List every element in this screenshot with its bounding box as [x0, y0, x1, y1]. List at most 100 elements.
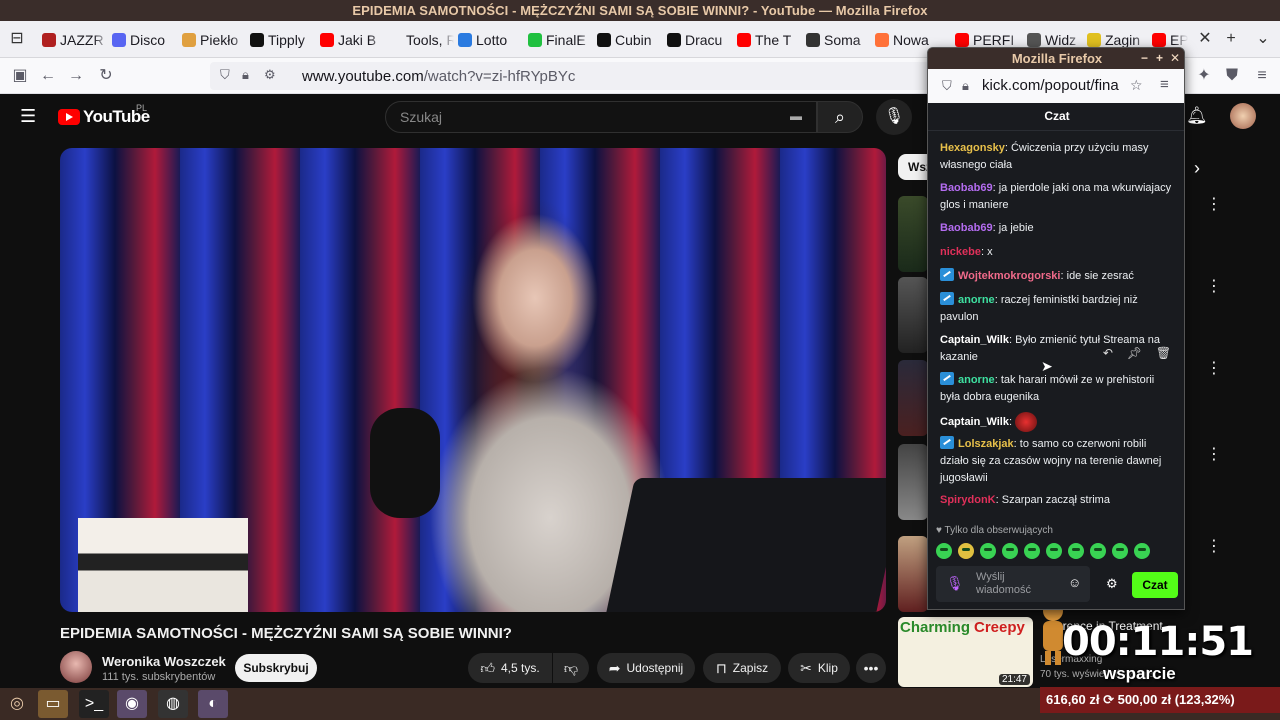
save-button[interactable]: ⊓ Zapisz: [703, 653, 781, 683]
start-menu-icon[interactable]: ◎: [2, 690, 32, 718]
tab-7[interactable]: FinalE: [528, 26, 593, 54]
close-tab-icon[interactable]: ✕: [1192, 27, 1218, 51]
tab-4[interactable]: Jaki B: [320, 26, 384, 54]
chat-username[interactable]: SpirydonK: [940, 494, 996, 506]
tab-6[interactable]: Lotto: [458, 26, 524, 54]
search-button[interactable]: ⌕: [817, 101, 863, 133]
recommendation-menu-icon[interactable]: ⋮: [1206, 276, 1222, 296]
firefox-icon[interactable]: ◉: [117, 690, 147, 718]
popup-address-bar[interactable]: ⛉ 🔒︎ kick.com/popout/fina ☆ ≡: [928, 69, 1184, 103]
reply-icon[interactable]: ↶: [1103, 346, 1113, 366]
tab-2[interactable]: Piekło: [182, 26, 246, 54]
back-icon[interactable]: ←: [36, 64, 60, 88]
chat-message[interactable]: Lolszakjak: to samo co czerwoni robili d…: [940, 436, 1176, 487]
forward-icon[interactable]: →: [64, 64, 88, 88]
emoji-picker-icon[interactable]: ☺: [1068, 575, 1081, 590]
chat-message[interactable]: SpirydonK: Szarpan zaczął strima: [940, 492, 1176, 509]
terminal-icon[interactable]: >_: [79, 690, 109, 718]
minimize-icon[interactable]: −: [1141, 48, 1148, 69]
lock-icon[interactable]: 🔒︎: [962, 78, 969, 94]
permissions-icon[interactable]: ⚙: [264, 67, 276, 83]
like-button[interactable]: 👍︎ 4,5 tys.: [468, 653, 552, 683]
chat-username[interactable]: Baobab69: [940, 222, 993, 234]
lock-icon[interactable]: 🔒︎: [242, 67, 249, 83]
chat-username[interactable]: nickebe: [940, 246, 981, 258]
emote-icon[interactable]: [1002, 543, 1018, 559]
youtube-logo[interactable]: YouTube PL: [58, 103, 150, 127]
channel-name[interactable]: Weronika Woszczek: [102, 654, 226, 669]
clip-button[interactable]: ✂ Klip: [788, 653, 850, 683]
more-actions-button[interactable]: •••: [856, 653, 886, 683]
chat-message[interactable]: Baobab69: ja jebie: [940, 220, 1176, 237]
chat-username[interactable]: Captain_Wilk: [940, 334, 1009, 346]
voice-search-button[interactable]: 🎙︎: [876, 99, 912, 135]
tab-10[interactable]: The T: [737, 26, 802, 54]
bookmark-star-icon[interactable]: ☆: [1130, 77, 1143, 94]
chat-message-input[interactable]: 🎙︎ Wyślij wiadomość ☺: [936, 566, 1090, 602]
chat-message[interactable]: anorne: tak harari mówił ze w prehistori…: [940, 372, 1176, 406]
eye-app-icon[interactable]: ◐: [198, 690, 228, 718]
address-bar[interactable]: ⛉ 🔒︎ ⚙ www.youtube.com/watch?v=zi-hfRYpB…: [210, 62, 930, 90]
tab-1[interactable]: Disco: [112, 26, 178, 54]
tab-3[interactable]: Tipply: [250, 26, 316, 54]
delete-icon[interactable]: 🗑︎: [1156, 346, 1171, 366]
recommendation-menu-icon[interactable]: ⋮: [1206, 194, 1222, 214]
shield-icon[interactable]: ⛉: [942, 78, 952, 94]
extensions-icon[interactable]: ✦: [1192, 64, 1216, 88]
chat-username[interactable]: Wojtekmokrogorski: [958, 270, 1061, 282]
tab-0[interactable]: JAZZR: [42, 26, 108, 54]
recommendation-thumbnail-bottom[interactable]: Charming Creepy 21:47: [898, 617, 1033, 687]
chat-settings-icon[interactable]: ⚙: [1106, 576, 1118, 592]
recommendation-thumbnail[interactable]: [898, 360, 928, 436]
tab-11[interactable]: Soma: [806, 26, 871, 54]
recommendation-menu-icon[interactable]: ⋮: [1206, 358, 1222, 378]
recommendation-thumbnail[interactable]: [898, 444, 928, 520]
chat-message[interactable]: Baobab69: ja pierdole jaki ona ma wkurwi…: [940, 180, 1176, 214]
emote-icon[interactable]: [1090, 543, 1106, 559]
tab-5[interactable]: Tools, R: [388, 26, 454, 54]
emote-icon[interactable]: [1046, 543, 1062, 559]
send-chat-button[interactable]: Czat: [1132, 572, 1178, 598]
chat-message[interactable]: Captain_Wilk:: [940, 412, 1176, 432]
popup-menu-icon[interactable]: ≡: [1160, 76, 1169, 93]
chat-username[interactable]: anorne: [958, 374, 995, 386]
recommendation-menu-icon[interactable]: ⋮: [1206, 444, 1222, 464]
maximize-icon[interactable]: +: [1156, 48, 1163, 69]
video-player[interactable]: [60, 148, 886, 612]
files-icon[interactable]: ▭: [38, 690, 68, 718]
menu-icon[interactable]: ≡: [1250, 64, 1274, 88]
share-button[interactable]: ➦ Udostępnij: [597, 653, 695, 683]
url-text[interactable]: www.youtube.com/watch?v=zi-hfRYpBYc: [302, 68, 575, 85]
emote-icon[interactable]: [1068, 543, 1084, 559]
emote-icon[interactable]: [936, 543, 952, 559]
emote-icon[interactable]: [1112, 543, 1128, 559]
recommendation-menu-icon[interactable]: ⋮: [1206, 536, 1222, 556]
shield-icon[interactable]: ⛉: [220, 67, 230, 83]
microphone-icon[interactable]: 🎙︎: [946, 575, 964, 592]
tab-list-icon[interactable]: ⊟: [4, 27, 30, 51]
chat-message[interactable]: Wojtekmokrogorski: ide sie zesrać: [940, 268, 1176, 285]
chat-username[interactable]: Baobab69: [940, 182, 993, 194]
recommendation-thumbnail[interactable]: [898, 277, 928, 353]
ublock-icon[interactable]: ⛊: [1220, 64, 1244, 88]
notifications-bell-icon[interactable]: 🔔︎: [1186, 106, 1208, 126]
chat-message[interactable]: anorne: raczej feministki bardziej niż p…: [940, 292, 1176, 326]
emote-icon[interactable]: [958, 543, 974, 559]
obs-icon[interactable]: ◍: [158, 690, 188, 718]
recommendation-thumbnail[interactable]: [898, 196, 928, 272]
close-icon[interactable]: ✕: [1170, 48, 1180, 69]
subscribe-button[interactable]: Subskrybuj: [235, 654, 317, 682]
popup-url-text[interactable]: kick.com/popout/fina: [982, 77, 1132, 94]
keyboard-icon[interactable]: ▬: [790, 109, 802, 123]
chat-username[interactable]: anorne: [958, 294, 995, 306]
tab-8[interactable]: Cubin: [597, 26, 663, 54]
new-tab-icon[interactable]: +: [1218, 27, 1244, 51]
account-avatar[interactable]: [1230, 103, 1256, 129]
search-input[interactable]: Szukaj ▬: [385, 101, 817, 133]
chat-message[interactable]: Hexagonsky: Ćwiczenia przy użyciu masy w…: [940, 140, 1176, 174]
tab-9[interactable]: Dracu: [667, 26, 733, 54]
dislike-button[interactable]: 👎︎: [553, 653, 589, 683]
chat-username[interactable]: Lolszakjak: [958, 438, 1014, 450]
emote-icon[interactable]: [1134, 543, 1150, 559]
hamburger-menu-icon[interactable]: ☰: [20, 106, 36, 127]
